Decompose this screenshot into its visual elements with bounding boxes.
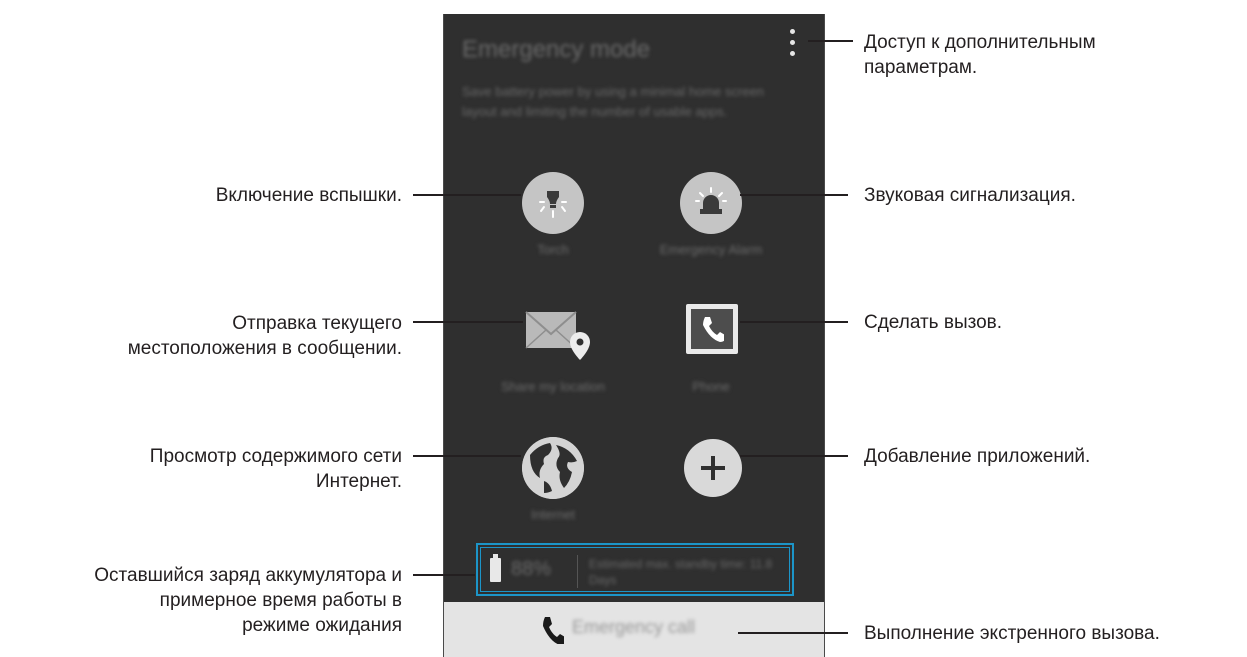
leader-line: [413, 321, 523, 323]
callout-line: примерное время работы в: [159, 590, 402, 611]
callout-line: местоположения в сообщении.: [127, 338, 402, 359]
callout-line: Интернет.: [315, 471, 402, 492]
torch-label: Torch: [537, 242, 569, 257]
callout-line: Отправка текущего: [232, 313, 402, 334]
leader-line: [413, 455, 521, 457]
leader-line: [808, 40, 853, 42]
callout-line: Оставшийся заряд аккумулятора и: [94, 565, 402, 586]
internet-label: Internet: [530, 507, 576, 522]
more-options-button[interactable]: [780, 27, 804, 67]
leader-line: [740, 455, 848, 457]
torch-icon: [539, 191, 567, 218]
callout-phone: Сделать вызов.: [864, 310, 1002, 335]
more-options-dot: [790, 51, 795, 56]
emergency-mode-screen: Emergency mode Save battery power by usi…: [443, 14, 825, 657]
add-icon: [701, 456, 725, 480]
leader-line: [738, 632, 848, 634]
battery-standby-estimate: Estimated max. standby time: 11.8 Days: [589, 557, 773, 587]
share-location-button[interactable]: [524, 302, 592, 364]
screen-title: Emergency mode: [462, 36, 651, 63]
internet-button[interactable]: [522, 437, 584, 499]
callout-line: Просмотр содержимого сети: [149, 446, 402, 467]
battery-status-panel: 88% Estimated max. standby time: 11.8 Da…: [476, 543, 794, 596]
battery-divider: [577, 555, 578, 588]
more-options-dot: [790, 40, 795, 45]
phone-button[interactable]: [686, 304, 738, 354]
share-location-label: Share my location: [500, 379, 606, 394]
callout-battery: Оставшийся заряд аккумулятора и примерно…: [94, 563, 402, 638]
callout-line: режиме ожидания: [242, 615, 402, 636]
callout-alarm: Звуковая сигнализация.: [864, 183, 1076, 208]
callout-add: Добавление приложений.: [864, 444, 1090, 469]
callout-internet: Просмотр содержимого сети Интернет.: [150, 444, 402, 494]
callout-torch: Включение вспышки.: [216, 183, 402, 208]
callout-line: Добавление приложений.: [864, 446, 1091, 467]
phone-icon: [691, 309, 733, 349]
callout-emergency-call: Выполнение экстренного вызова.: [864, 621, 1160, 646]
callout-line: Сделать вызов.: [864, 312, 1003, 333]
battery-icon: [490, 554, 501, 582]
leader-line: [413, 574, 475, 576]
callout-share-location: Отправка текущего местоположения в сообщ…: [128, 311, 402, 361]
emergency-call-button[interactable]: Emergency call: [444, 602, 824, 657]
share-location-icon: [525, 311, 590, 360]
torch-button[interactable]: [522, 172, 584, 234]
add-app-button[interactable]: [684, 439, 742, 497]
callout-line: Включение вспышки.: [215, 185, 402, 206]
callout-line: Выполнение экстренного вызова.: [864, 623, 1160, 644]
emergency-call-label: Emergency call: [572, 617, 696, 637]
callout-line: Звуковая сигнализация.: [864, 185, 1076, 206]
callout-line: Доступ к дополнительным: [864, 32, 1096, 53]
emergency-alarm-label: Emergency Alarm: [659, 242, 763, 257]
leader-line: [740, 194, 848, 196]
screen-description: Save battery power by using a minimal ho…: [462, 84, 765, 119]
callout-line: параметрам.: [864, 57, 978, 78]
phone-label: Phone: [692, 379, 730, 394]
globe-icon: [522, 437, 584, 499]
callout-more-options: Доступ к дополнительным параметрам.: [864, 30, 1096, 80]
battery-status-inner: 88% Estimated max. standby time: 11.8 Da…: [480, 547, 790, 592]
leader-line: [740, 321, 848, 323]
leader-line: [413, 194, 521, 196]
battery-percent: 88%: [511, 558, 552, 580]
more-options-icon: [790, 29, 795, 34]
phone-icon: [543, 617, 564, 644]
emergency-alarm-icon: [695, 187, 727, 214]
emergency-alarm-button[interactable]: [680, 172, 742, 234]
